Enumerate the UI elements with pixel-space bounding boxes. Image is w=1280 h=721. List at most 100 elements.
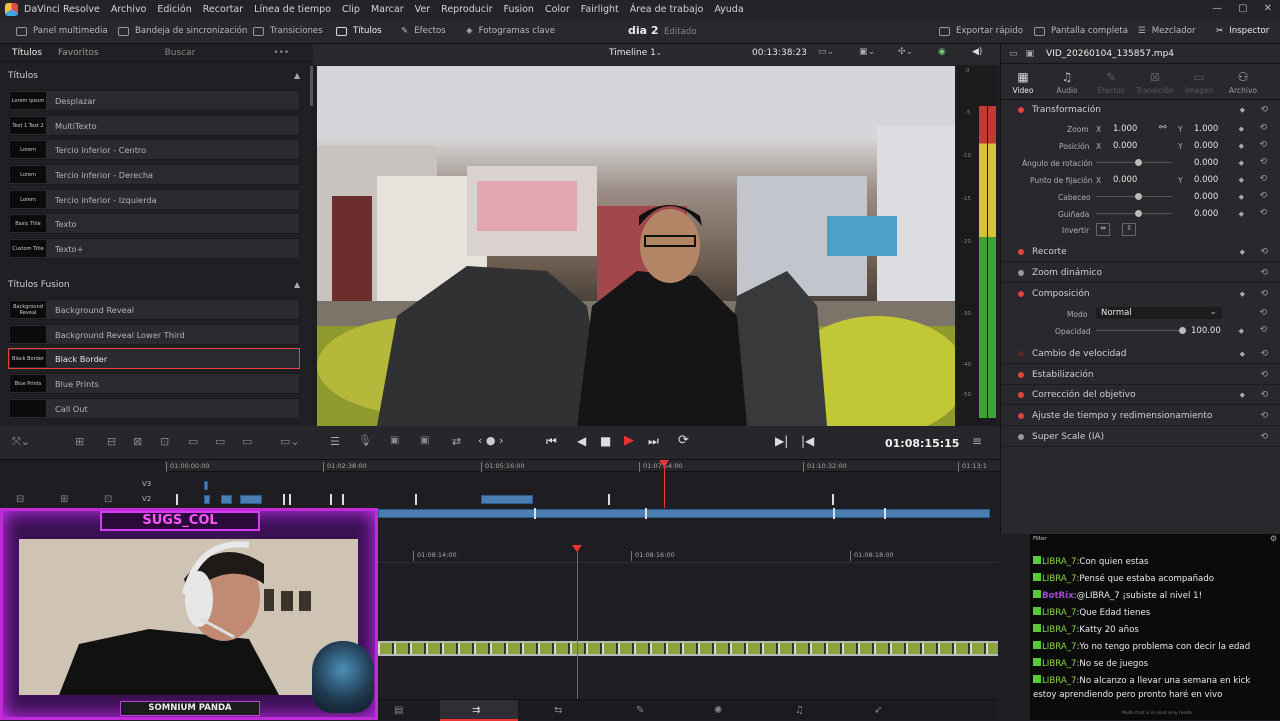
slider-knob[interactable] — [1135, 210, 1142, 217]
deliver-page-icon[interactable]: ➶ — [874, 705, 882, 716]
timeline-name[interactable]: Timeline 1 — [609, 48, 656, 58]
more-options-icon[interactable]: ••• — [273, 48, 289, 58]
title-item[interactable]: Text 1 Text 2 MultiTexto — [8, 115, 300, 136]
composite-section-header[interactable]: Composición ◆ ⟲ — [1001, 284, 1280, 304]
link-icon[interactable]: ⚯ — [1159, 123, 1167, 133]
edit-marker[interactable] — [645, 508, 647, 519]
title-marker[interactable] — [832, 494, 834, 505]
play-reverse-icon[interactable]: ◀ — [577, 434, 586, 448]
tab-video[interactable]: ▦ Video — [1001, 64, 1045, 99]
title-item[interactable]: Lorem Tercio inferior - Derecha — [8, 164, 300, 185]
reset-icon[interactable]: ⟲ — [1260, 105, 1268, 115]
yaw-field[interactable]: 0.000 — [1194, 209, 1218, 219]
tab-transition[interactable]: ⊠ Transición — [1133, 64, 1177, 99]
fusion-page-icon[interactable]: ✎ — [636, 705, 644, 716]
fusion-title-item[interactable]: Blue Prints Blue Prints — [8, 373, 300, 394]
enable-toggle-icon[interactable] — [1018, 107, 1024, 113]
edit-marker[interactable] — [884, 508, 886, 519]
menu-archivo[interactable]: Archivo — [111, 4, 147, 15]
crop-section-header[interactable]: Recorte ◆ ⟲ — [1001, 242, 1280, 262]
inspector-button[interactable]: ✂ Inspector — [1216, 26, 1269, 36]
zoom-y-field[interactable]: 1.000 — [1194, 124, 1218, 134]
collapse-icon[interactable]: ▲ — [294, 280, 300, 289]
anchor-x-field[interactable]: 0.000 — [1113, 175, 1137, 185]
slider-knob[interactable] — [1135, 193, 1142, 200]
fusion-title-item[interactable]: Background Reveal Background Reveal — [8, 299, 300, 320]
view-mode-icon[interactable]: ▣⌄ — [859, 47, 875, 57]
menu-ver[interactable]: Ver — [415, 4, 431, 15]
enable-toggle-icon[interactable] — [1018, 433, 1024, 440]
transform-section-header[interactable]: Transformación ◆ ⟲ — [1001, 100, 1280, 120]
inspector-mode-icon[interactable]: ▣ — [1026, 49, 1035, 59]
title-marker[interactable] — [415, 494, 417, 505]
edit-marker[interactable] — [534, 508, 536, 519]
reset-icon[interactable]: ⟲ — [1260, 432, 1268, 442]
next-edit-icon[interactable]: ▶| — [775, 434, 788, 448]
enable-toggle-icon[interactable] — [1018, 412, 1024, 419]
opacity-slider[interactable] — [1096, 330, 1182, 331]
keyframe-icon[interactable]: ◆ — [1239, 176, 1244, 184]
fit-clip-icon[interactable]: ⊡ — [160, 435, 169, 448]
fusion-title-item-selected[interactable]: Black Border Black Border — [8, 348, 300, 369]
keyframe-icon[interactable]: ◆ — [1240, 350, 1245, 358]
keyframe-icon[interactable]: ◆ — [1239, 210, 1244, 218]
reset-icon[interactable]: ⟲ — [1260, 390, 1268, 400]
timeline-clip[interactable] — [204, 481, 208, 490]
minimize-button[interactable]: — — [1212, 3, 1222, 14]
zoomed-ruler[interactable]: 01:08:14:00 01:08:16:00 01:08:18:00 — [378, 547, 998, 563]
flip-vertical-icon[interactable]: ⇳ — [1122, 223, 1136, 236]
keyframe-icon[interactable]: ◆ — [1240, 248, 1245, 256]
title-item[interactable]: Lorem ipsum Desplazar — [8, 90, 300, 111]
title-marker[interactable] — [330, 494, 332, 505]
rotation-field[interactable]: 0.000 — [1194, 158, 1218, 168]
rotation-slider[interactable] — [1096, 162, 1172, 163]
inspector-layout-icon[interactable]: ▭ — [1009, 49, 1018, 59]
play-icon[interactable]: ▶ — [624, 433, 634, 448]
reset-icon[interactable]: ⟲ — [1259, 325, 1267, 335]
menu-marcar[interactable]: Marcar — [371, 4, 404, 15]
replace-clip-icon[interactable]: ⊠ — [133, 435, 142, 448]
slider-knob[interactable] — [1135, 159, 1142, 166]
chat-filter-label[interactable]: Filter — [1033, 536, 1047, 542]
composite-mode-dropdown[interactable]: Normal ⌄ — [1096, 307, 1222, 319]
retime-section-header[interactable]: Ajuste de tiempo y redimensionamiento ⟲ — [1001, 406, 1280, 426]
tab-file[interactable]: ⚇ Archivo — [1221, 64, 1265, 99]
keyframes-button[interactable]: ◈ Fotogramas clave — [466, 26, 555, 36]
timeline-clip[interactable] — [481, 495, 533, 504]
menu-recortar[interactable]: Recortar — [203, 4, 243, 15]
playhead[interactable] — [664, 460, 665, 508]
track-tool-icon[interactable]: ⊟ — [16, 494, 24, 505]
reset-icon[interactable]: ⟲ — [1259, 140, 1267, 150]
timeline-clip[interactable] — [204, 495, 210, 504]
settings-icon[interactable]: ⚙ — [1270, 534, 1277, 543]
overwrite-clip-icon[interactable]: ⊟ — [107, 435, 116, 448]
stop-icon[interactable]: ■ — [600, 434, 611, 448]
speaker-icon[interactable]: ◀) — [972, 47, 982, 57]
mixer-controls-icon[interactable]: ☰ — [330, 435, 340, 448]
keyframe-icon[interactable]: ◆ — [1239, 327, 1244, 335]
menu-clip[interactable]: Clip — [342, 4, 360, 15]
position-y-field[interactable]: 0.000 — [1194, 141, 1218, 151]
prev-edit-icon[interactable]: |◀ — [801, 434, 814, 448]
enable-toggle-icon[interactable] — [1018, 291, 1024, 297]
quick-export-button[interactable]: Exportar rápido — [939, 26, 1023, 36]
ripple-icon[interactable]: ▭ — [215, 435, 225, 448]
menu-color[interactable]: Color — [545, 4, 570, 15]
menu-icon[interactable]: ≡ — [972, 434, 982, 448]
titles-button[interactable]: Títulos — [336, 26, 382, 36]
menu-fusion[interactable]: Fusion — [504, 4, 534, 15]
playhead-handle-icon[interactable] — [572, 545, 582, 552]
stabilization-section-header[interactable]: Estabilización ⟲ — [1001, 365, 1280, 385]
playhead-handle-icon[interactable] — [659, 460, 669, 467]
tab-audio[interactable]: ♫ Audio — [1045, 64, 1089, 99]
cut-page-tab[interactable]: ⇉ — [440, 700, 518, 721]
flip-horizontal-icon[interactable]: ⇹ — [1096, 223, 1110, 236]
chevron-down-icon[interactable]: ⌄ — [655, 48, 663, 58]
keyframe-icon[interactable]: ◆ — [1239, 193, 1244, 201]
timeline-clip[interactable] — [240, 495, 262, 504]
fusion-title-item[interactable]: Background Reveal Lower Third — [8, 324, 300, 345]
tab-effects[interactable]: ✎ Efectos — [1089, 64, 1133, 99]
go-to-end-icon[interactable]: ⏭ — [648, 434, 659, 449]
fullscreen-button[interactable]: Pantalla completa — [1034, 26, 1128, 36]
main-video-clip-track[interactable] — [378, 509, 990, 518]
